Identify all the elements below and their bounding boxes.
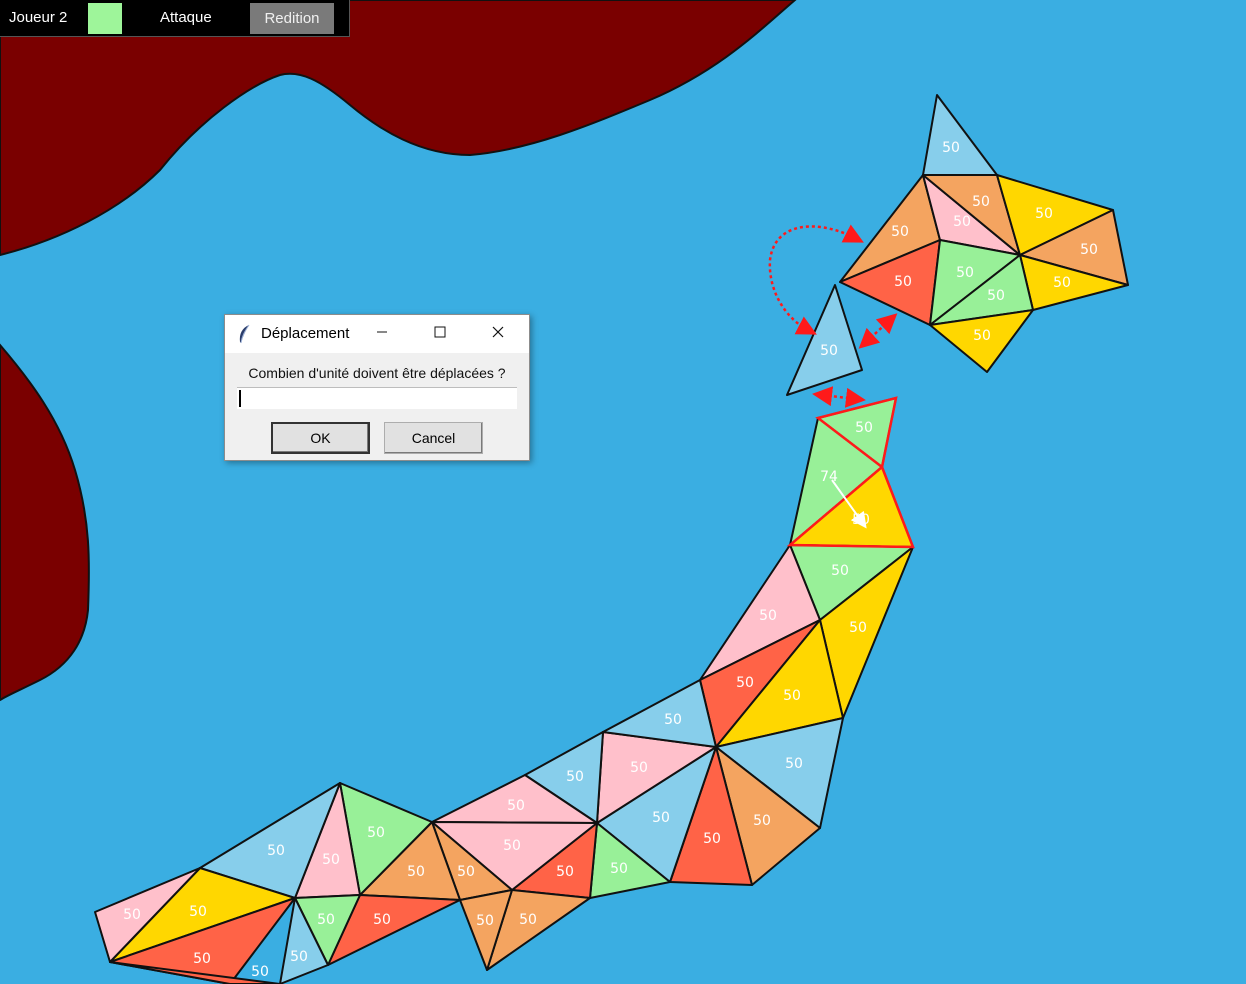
close-icon [492, 326, 504, 338]
territory-unit-count: 50 [193, 951, 211, 967]
territory-unit-count: 50 [783, 688, 801, 704]
territory-unit-count: 50 [987, 288, 1005, 304]
territory-unit-count: 50 [507, 798, 525, 814]
territory-unit-count: 50 [322, 852, 340, 868]
territory-unit-count: 50 [317, 912, 335, 928]
territory-unit-count: 50 [942, 140, 960, 156]
territory-unit-count: 50 [736, 675, 754, 691]
territory[interactable] [786, 284, 863, 396]
feather-icon [239, 324, 250, 344]
maximize-icon [434, 326, 446, 338]
territory-unit-count: 50 [566, 769, 584, 785]
territory-unit-count: 50 [785, 756, 803, 772]
territory-unit-count: 50 [457, 864, 475, 880]
minimize-button[interactable] [359, 315, 405, 353]
unit-count-input[interactable] [237, 387, 517, 409]
land-mass-west [0, 343, 90, 702]
territory-unit-count: 50 [476, 913, 494, 929]
territory-unit-count: 50 [759, 608, 777, 624]
territory-unit-count: 50 [891, 224, 909, 240]
move-indicator-east [858, 313, 898, 349]
territory-unit-count: 50 [820, 343, 838, 359]
player-color-swatch [88, 3, 122, 34]
territory-unit-count: 50 [630, 760, 648, 776]
territory-unit-count: 50 [831, 563, 849, 579]
territory-unit-count: 50 [855, 420, 873, 436]
territory-unit-count: 50 [972, 194, 990, 210]
territory-unit-count: 50 [251, 964, 269, 980]
territory-unit-count: 50 [953, 214, 971, 230]
territory-unit-count: 50 [849, 620, 867, 636]
dialog-titlebar[interactable]: Déplacement [225, 315, 529, 353]
move-dialog: Déplacement Combien d'unité doivent être… [224, 314, 530, 461]
game-map[interactable]: 50 50 50 50 50 50 50 50 50 50 50 50 50 50 50 50 50 50 50 50… [0, 0, 1246, 984]
land-mass-north [0, 0, 797, 257]
territory-unit-count: 50 [1080, 242, 1098, 258]
territory-unit-count: 50 [556, 864, 574, 880]
territory-unit-count: 50 [652, 810, 670, 826]
minimize-icon [377, 331, 387, 333]
move-source-units: 74 [820, 469, 838, 485]
top-bar: Joueur 2 Attaque Redition [0, 0, 350, 37]
territories-layer[interactable] [94, 94, 1129, 984]
dialog-title: Déplacement [261, 325, 350, 342]
territory-unit-count: 50 [610, 861, 628, 877]
territory-unit-count: 50 [189, 904, 207, 920]
territory-unit-count: 50 [956, 265, 974, 281]
surrender-button[interactable]: Redition [250, 3, 334, 34]
text-caret [239, 390, 241, 407]
territory-unit-count: 50 [1053, 275, 1071, 291]
ok-button[interactable]: OK [271, 422, 370, 454]
territory-unit-count: 50 [1035, 206, 1053, 222]
dialog-prompt: Combien d'unité doivent être déplacées ? [248, 365, 506, 381]
territory-unit-count: 50 [519, 912, 537, 928]
territory[interactable] [922, 94, 998, 176]
move-indicator-south [812, 386, 866, 408]
current-player-label: Joueur 2 [9, 9, 68, 26]
close-button[interactable] [475, 315, 521, 353]
maximize-button[interactable] [417, 315, 463, 353]
territory-unit-count: 50 [703, 831, 721, 847]
territory-unit-count: 50 [407, 864, 425, 880]
territory-unit-count: 50 [664, 712, 682, 728]
territory-unit-count: 50 [367, 825, 385, 841]
territory-unit-count: 50 [267, 843, 285, 859]
territory-unit-count: 50 [894, 274, 912, 290]
territory-unit-count: 50 [753, 813, 771, 829]
cancel-button[interactable]: Cancel [384, 422, 483, 454]
attack-button[interactable]: Attaque [160, 9, 212, 26]
territory-unit-count: 50 [973, 328, 991, 344]
territory-unit-count: 50 [290, 949, 308, 965]
territory-unit-count: 50 [503, 838, 521, 854]
territory-unit-count: 50 [373, 912, 391, 928]
territory-unit-count: 50 [123, 907, 141, 923]
